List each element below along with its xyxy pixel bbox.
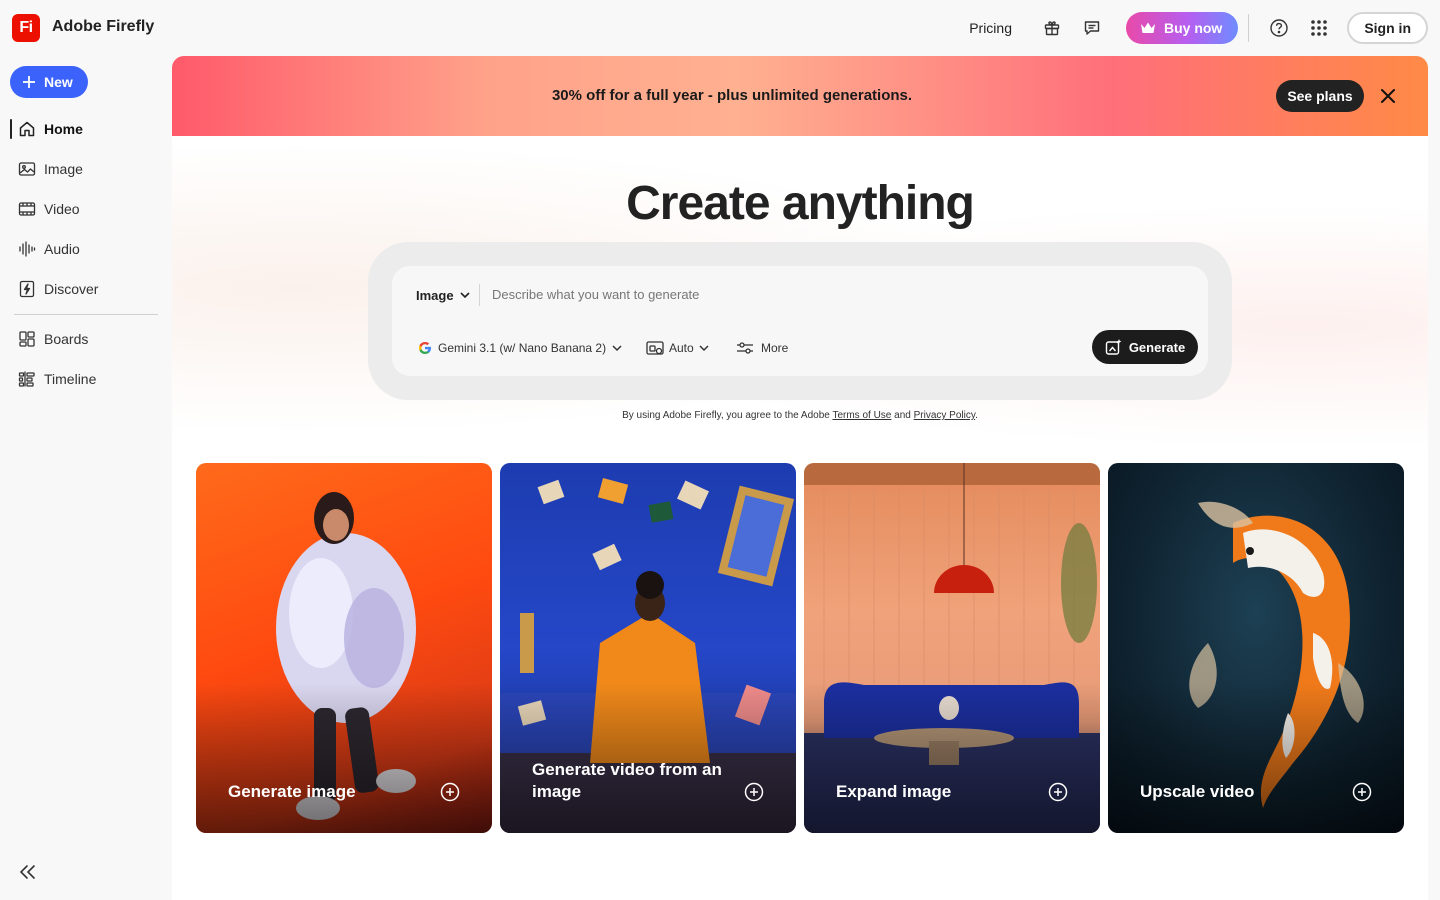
sidebar-divider: [14, 314, 158, 315]
sidebar-item-label: Discover: [44, 281, 99, 297]
main-content: 30% off for a full year - plus unlimited…: [172, 56, 1428, 900]
generate-image-card[interactable]: Generate image: [196, 463, 492, 833]
sidebar-item-discover[interactable]: Discover: [10, 273, 160, 305]
pricing-link[interactable]: Pricing: [969, 20, 1012, 36]
privacy-policy-link[interactable]: Privacy Policy: [914, 410, 976, 421]
app-title[interactable]: Adobe Firefly: [52, 18, 154, 36]
sliders-icon: [737, 342, 753, 354]
sidebar-item-label: Home: [44, 121, 83, 137]
content-type-dropdown[interactable]: Image: [416, 286, 470, 304]
page-title: Create anything: [626, 177, 975, 230]
sidebar-item-label: Video: [44, 201, 80, 217]
promo-banner: 30% off for a full year - plus unlimited…: [172, 56, 1428, 136]
aspect-ratio-icon: [646, 341, 664, 355]
collapse-sidebar-icon[interactable]: [16, 860, 40, 884]
content-type-label: Image: [416, 287, 454, 303]
generate-label: Generate: [1128, 339, 1186, 355]
sidebar-item-label: Image: [44, 161, 83, 177]
sign-in-button[interactable]: Sign in: [1347, 12, 1428, 44]
see-plans-button[interactable]: See plans: [1276, 80, 1364, 112]
add-circle-icon[interactable]: [1048, 782, 1068, 802]
sidebar-item-timeline[interactable]: Timeline: [10, 363, 160, 395]
generate-icon: [1105, 339, 1122, 355]
buy-now-button[interactable]: Buy now: [1125, 12, 1239, 44]
image-icon: [18, 162, 36, 176]
sidebar-item-label: Timeline: [44, 371, 97, 387]
sidebar-item-video[interactable]: Video: [10, 193, 160, 225]
generate-button[interactable]: Generate: [1092, 330, 1198, 364]
chevron-down-icon: [612, 344, 622, 351]
discover-icon: [19, 280, 35, 298]
aspect-ratio-dropdown[interactable]: Auto: [646, 338, 709, 358]
legal-text: .: [975, 410, 978, 421]
timeline-icon: [18, 371, 35, 387]
divider: [1248, 14, 1250, 42]
add-circle-icon[interactable]: [440, 782, 460, 802]
prompt-panel: Image Gemini 3.1 (w/ Nano Banana 2) Auto: [392, 266, 1208, 376]
chat-icon[interactable]: [1076, 12, 1108, 44]
expand-image-card[interactable]: Expand image: [804, 463, 1100, 833]
model-dropdown[interactable]: Gemini 3.1 (w/ Nano Banana 2): [418, 338, 622, 358]
video-icon: [18, 202, 36, 216]
card-title: Generate image: [228, 782, 356, 801]
buy-now-label: Buy now: [1163, 20, 1223, 36]
firefly-logo[interactable]: Fi: [12, 14, 40, 42]
upscale-video-card[interactable]: Upscale video: [1108, 463, 1404, 833]
divider: [479, 284, 480, 306]
sidebar-item-audio[interactable]: Audio: [10, 233, 160, 265]
card-overlay: [1108, 683, 1404, 833]
boards-icon: [19, 331, 35, 347]
help-icon[interactable]: [1263, 12, 1295, 44]
chevron-down-icon: [699, 344, 709, 351]
sidebar-item-label: Audio: [44, 241, 80, 257]
sidebar-item-label: Boards: [44, 331, 89, 347]
chevron-down-icon: [460, 291, 470, 298]
sidebar-item-boards[interactable]: Boards: [10, 323, 160, 355]
sidebar-item-image[interactable]: Image: [10, 153, 160, 185]
legal-text: and: [894, 410, 911, 421]
home-icon: [19, 121, 35, 137]
card-title: Generate video from an image: [532, 760, 722, 801]
prompt-input[interactable]: [492, 282, 1092, 306]
add-circle-icon[interactable]: [1352, 782, 1372, 802]
crown-icon: [1140, 22, 1155, 33]
plus-icon: [23, 76, 35, 88]
card-overlay: [196, 683, 492, 833]
sidebar-item-home[interactable]: Home: [10, 113, 160, 145]
legal-notice: By using Adobe Firefly, you agree to the…: [172, 410, 1428, 421]
top-right-actions: Pricing Buy now Sign in: [969, 12, 1428, 44]
new-button[interactable]: New: [10, 66, 88, 98]
top-bar: Fi Adobe Firefly Pricing Buy now Sign in: [0, 0, 1440, 56]
prompt-box: Image Gemini 3.1 (w/ Nano Banana 2) Auto: [368, 242, 1232, 400]
card-overlay: [500, 683, 796, 833]
more-settings-button[interactable]: More: [736, 338, 788, 358]
card-title: Expand image: [836, 782, 952, 801]
generate-video-from-image-card[interactable]: Generate video from an image: [500, 463, 796, 833]
sidebar: New Home Image Video Audio Discover Boar…: [0, 56, 172, 900]
card-title: Upscale video: [1140, 782, 1255, 801]
apps-grid-icon[interactable]: [1303, 12, 1335, 44]
gift-icon[interactable]: [1036, 12, 1068, 44]
model-label: Gemini 3.1 (w/ Nano Banana 2): [438, 341, 607, 355]
add-circle-icon[interactable]: [744, 782, 764, 802]
more-label: More: [761, 341, 789, 355]
new-label: New: [44, 74, 73, 90]
close-icon[interactable]: [1376, 84, 1400, 108]
legal-text: By using Adobe Firefly, you agree to the…: [622, 410, 830, 421]
card-overlay: [804, 683, 1100, 833]
aspect-ratio-label: Auto: [669, 341, 694, 355]
terms-of-use-link[interactable]: Terms of Use: [832, 410, 891, 421]
audio-icon: [19, 241, 36, 257]
banner-text: 30% off for a full year - plus unlimited…: [551, 87, 913, 104]
google-icon: [418, 341, 431, 354]
